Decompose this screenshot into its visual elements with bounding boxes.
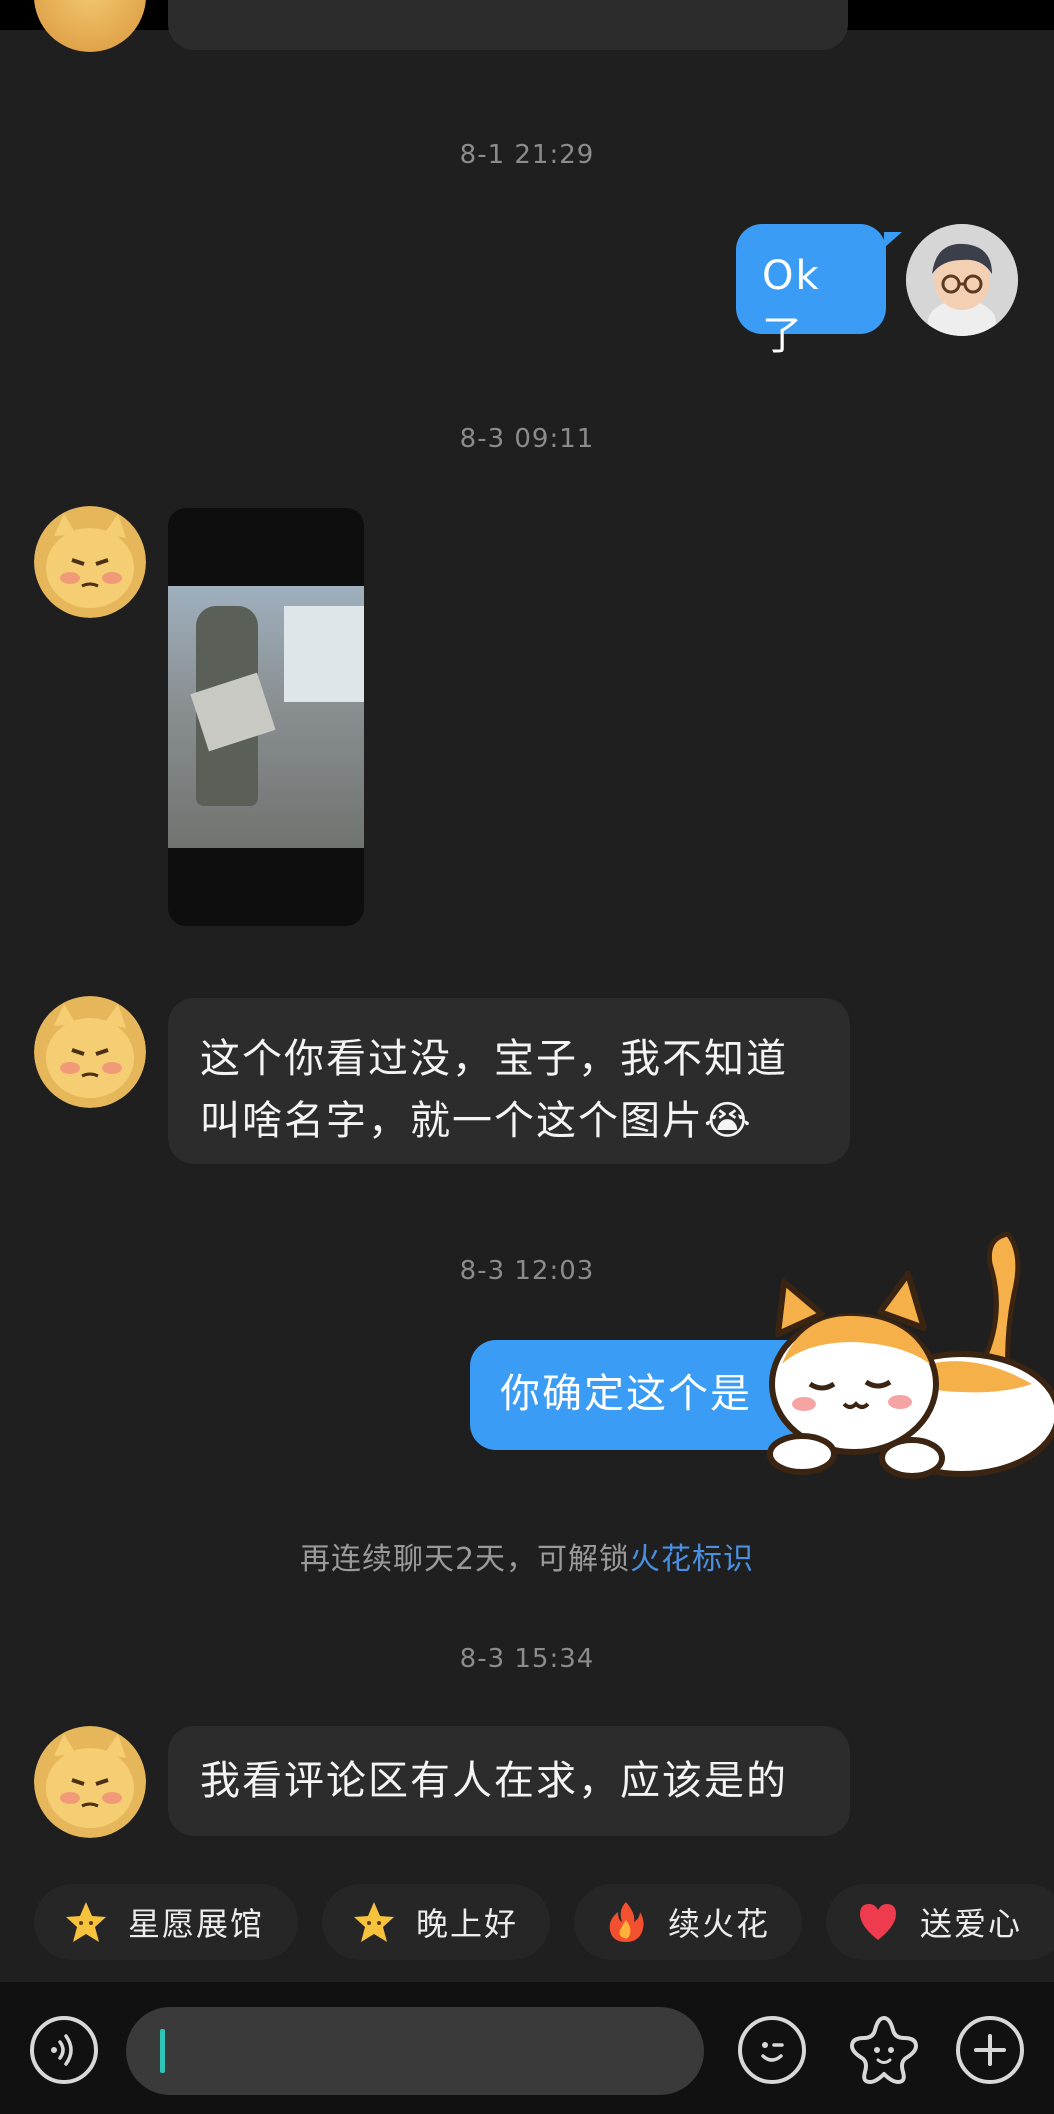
- sticker-icon: [850, 2016, 918, 2084]
- flame-badge-link[interactable]: 火花标识: [630, 1542, 754, 1577]
- plus-icon: [974, 2034, 1006, 2066]
- quick-action-chip[interactable]: 星愿展馆: [34, 1884, 298, 1960]
- voice-button[interactable]: [30, 2016, 98, 2084]
- input-bar: [0, 1982, 1054, 2114]
- image-message[interactable]: [168, 508, 364, 926]
- quick-action-chip[interactable]: 晚上好: [322, 1884, 550, 1960]
- crying-emoji: 😭: [704, 1098, 753, 1144]
- previous-message-bubble: [168, 0, 848, 50]
- avatar-cat-icon: [34, 506, 146, 618]
- image-photo: [168, 586, 364, 848]
- photo-whiteboard: [284, 606, 364, 702]
- my-avatar[interactable]: [906, 224, 1018, 336]
- message-text: 我看评论区有人在求，应该是的: [200, 1758, 788, 1804]
- timestamp: 8-3 09:11: [459, 424, 595, 454]
- notice-text: 再连续聊天2天，可解锁: [299, 1542, 631, 1577]
- chip-label: 续火花: [668, 1905, 771, 1943]
- sleeping-cat-icon: [767, 1231, 1054, 1479]
- avatar-boy-icon: [906, 224, 1018, 336]
- star-face-icon: [352, 1900, 396, 1944]
- sticker-button[interactable]: [846, 2012, 922, 2088]
- emoji-button[interactable]: [738, 2016, 806, 2084]
- avatar-cat-icon: [34, 1726, 146, 1838]
- contact-avatar[interactable]: [34, 0, 146, 52]
- heart-icon: [856, 1900, 900, 1944]
- chip-label: 晚上好: [416, 1905, 519, 1943]
- emoji-icon: [761, 2042, 784, 2062]
- avatar-cat-icon: [34, 996, 146, 1108]
- message-text: Ok了: [762, 253, 821, 359]
- quick-action-chip[interactable]: 送爱心: [826, 1884, 1054, 1960]
- incoming-message[interactable]: 这个你看过没，宝子，我不知道叫啥名字，就一个这个图片😭: [168, 998, 850, 1164]
- message-text: 这个你看过没，宝子，我不知道叫啥名字，就一个这个图片: [200, 1036, 788, 1144]
- flame-icon: [604, 1900, 648, 1944]
- incoming-message[interactable]: 我看评论区有人在求，应该是的: [168, 1726, 850, 1836]
- outgoing-message[interactable]: Ok了: [736, 224, 886, 359]
- bubble-tail: [884, 232, 902, 248]
- text-cursor: [160, 2029, 165, 2073]
- message-text: 你确定这个是: [500, 1371, 752, 1417]
- cat-sticker: [762, 1224, 1054, 1494]
- quick-action-chip[interactable]: 续火花: [574, 1884, 802, 1960]
- message-input[interactable]: [126, 2007, 704, 2095]
- chip-label: 送爱心: [920, 1905, 1023, 1943]
- plus-button[interactable]: [956, 2016, 1024, 2084]
- timestamp: 8-3 15:34: [459, 1644, 595, 1674]
- star-face-icon: [64, 1900, 108, 1944]
- timestamp: 8-1 21:29: [459, 140, 595, 170]
- chip-label: 星愿展馆: [128, 1905, 265, 1943]
- contact-avatar[interactable]: [34, 1726, 146, 1838]
- contact-avatar[interactable]: [34, 996, 146, 1108]
- streak-notice: 再连续聊天2天，可解锁火花标识: [0, 1534, 1054, 1578]
- contact-avatar[interactable]: [34, 506, 146, 618]
- voice-icon: [51, 2034, 73, 2066]
